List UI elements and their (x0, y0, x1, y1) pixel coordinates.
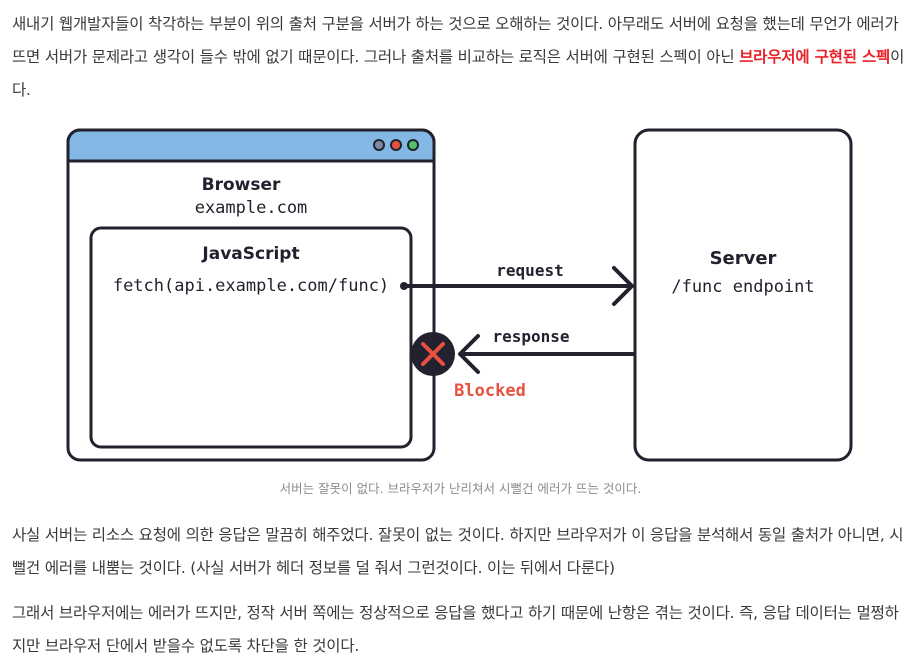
window-dot-gray-icon (373, 139, 385, 151)
request-label: request (496, 261, 563, 280)
paragraph-server-response: 사실 서버는 리소스 요청에 의한 응답은 말끔히 해주었다. 잘못이 없는 것… (12, 526, 904, 577)
server-box: Server /func endpoint (633, 128, 853, 462)
paragraph-intro: 새내기 웹개발자들이 착각하는 부분이 위의 출처 구분을 서버가 하는 것으로… (12, 8, 910, 107)
server-endpoint: /func endpoint (671, 277, 814, 297)
blocked-label: Blocked (454, 381, 526, 401)
paragraph-conclusion: 그래서 브라우저에는 에러가 뜨지만, 정작 서버 쪽에는 정상적으로 응답을 … (12, 604, 899, 655)
fetch-call: fetch(api.example.com/func) (113, 276, 389, 296)
window-dot-green-icon (407, 139, 419, 151)
window-dot-red-icon (390, 139, 402, 151)
figure-caption: 서버는 잘못이 없다. 브라우저가 난리쳐서 시뻘건 에러가 뜨는 것이다. (279, 481, 642, 496)
browser-origin: example.com (195, 198, 308, 218)
server-title: Server (710, 248, 777, 269)
response-arrow: response (458, 327, 635, 374)
browser-window: Browser example.com JavaScript fetch(api… (66, 128, 436, 462)
cors-diagram: Browser example.com JavaScript fetch(api… (0, 118, 921, 478)
highlight-browser-spec: 브라우저에 구현된 스펙 (739, 48, 891, 66)
request-origin-dot (400, 282, 408, 290)
browser-title: Browser (202, 175, 281, 195)
javascript-title: JavaScript (201, 244, 299, 264)
cors-diagram-svg: Browser example.com JavaScript fetch(api… (66, 128, 853, 462)
response-label: response (492, 327, 569, 346)
